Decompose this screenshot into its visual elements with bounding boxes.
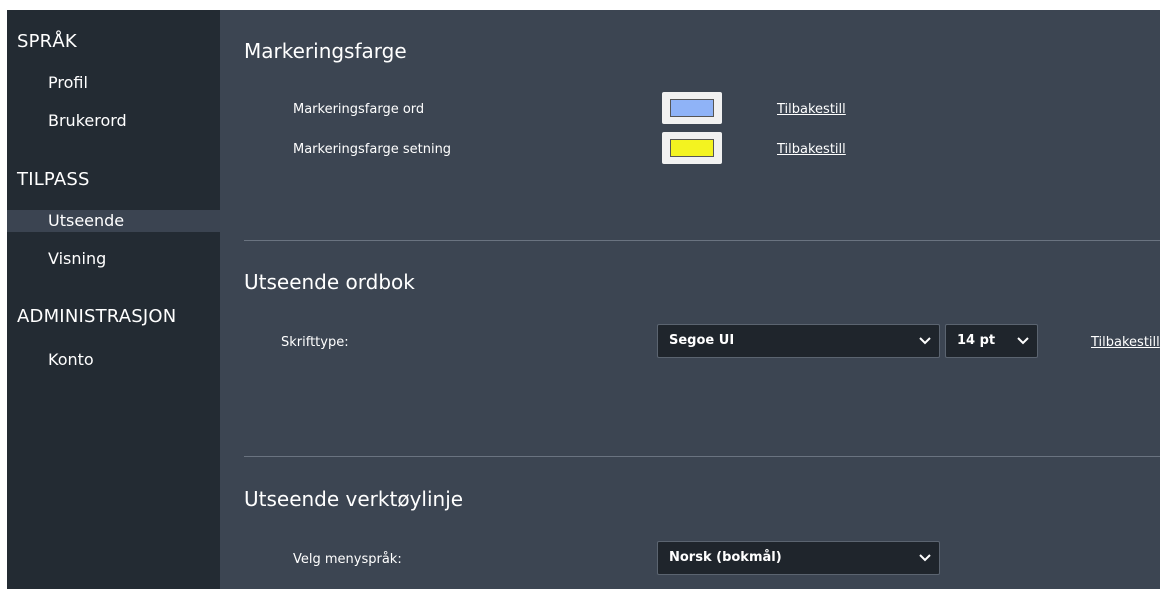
section-divider xyxy=(244,456,1160,457)
word-color-picker[interactable] xyxy=(662,92,722,124)
word-color-swatch xyxy=(670,99,714,117)
app-window: SPRÅK Profil Brukerord TILPASS Utseende … xyxy=(7,10,1160,589)
sidebar-item-label: Brukerord xyxy=(48,111,127,130)
sentence-color-picker[interactable] xyxy=(662,132,722,164)
section-title-toolbar: Utseende verktøylinje xyxy=(244,487,464,511)
sidebar-item-label: Utseende xyxy=(48,211,125,230)
sidebar-item-visning[interactable]: Visning xyxy=(7,248,220,270)
font-size-value: 14 pt xyxy=(957,333,996,348)
section-divider xyxy=(244,240,1160,241)
chevron-down-icon xyxy=(919,337,931,345)
sidebar-item-label: Visning xyxy=(48,249,107,268)
sidebar-section-administrasjon: ADMINISTRASJON xyxy=(17,306,177,327)
font-reset-link[interactable]: Tilbakestill xyxy=(1091,335,1160,350)
font-label: Skrifttype: xyxy=(281,335,349,350)
chevron-down-icon xyxy=(919,554,931,562)
font-family-select[interactable]: Segoe UI xyxy=(657,324,940,358)
chevron-down-icon xyxy=(1017,337,1029,345)
settings-panel: Markeringsfarge Markeringsfarge ord Tilb… xyxy=(220,10,1160,589)
sidebar-item-label: Konto xyxy=(48,350,94,369)
menu-language-value: Norsk (bokmål) xyxy=(669,550,782,565)
menu-language-label: Velg menyspråk: xyxy=(293,552,402,567)
sentence-color-reset-link[interactable]: Tilbakestill xyxy=(777,142,846,157)
sidebar-item-label: Profil xyxy=(48,73,88,92)
sentence-color-swatch xyxy=(670,139,714,157)
font-size-select[interactable]: 14 pt xyxy=(945,324,1038,358)
word-color-label: Markeringsfarge ord xyxy=(293,102,425,117)
word-color-reset-link[interactable]: Tilbakestill xyxy=(777,102,846,117)
sidebar-item-konto[interactable]: Konto xyxy=(7,349,220,371)
menu-language-select[interactable]: Norsk (bokmål) xyxy=(657,541,940,575)
sidebar-section-tilpass: TILPASS xyxy=(17,169,90,190)
sidebar-section-sprak: SPRÅK xyxy=(17,31,77,52)
sidebar-item-profil[interactable]: Profil xyxy=(7,72,220,94)
sentence-color-label: Markeringsfarge setning xyxy=(293,142,452,157)
sidebar-item-utseende[interactable]: Utseende xyxy=(7,210,220,232)
section-title-dictionary: Utseende ordbok xyxy=(244,270,415,294)
sidebar-item-brukerord[interactable]: Brukerord xyxy=(7,110,220,132)
section-title-highlight: Markeringsfarge xyxy=(244,39,407,63)
font-family-value: Segoe UI xyxy=(669,333,735,348)
sidebar: SPRÅK Profil Brukerord TILPASS Utseende … xyxy=(7,10,220,589)
